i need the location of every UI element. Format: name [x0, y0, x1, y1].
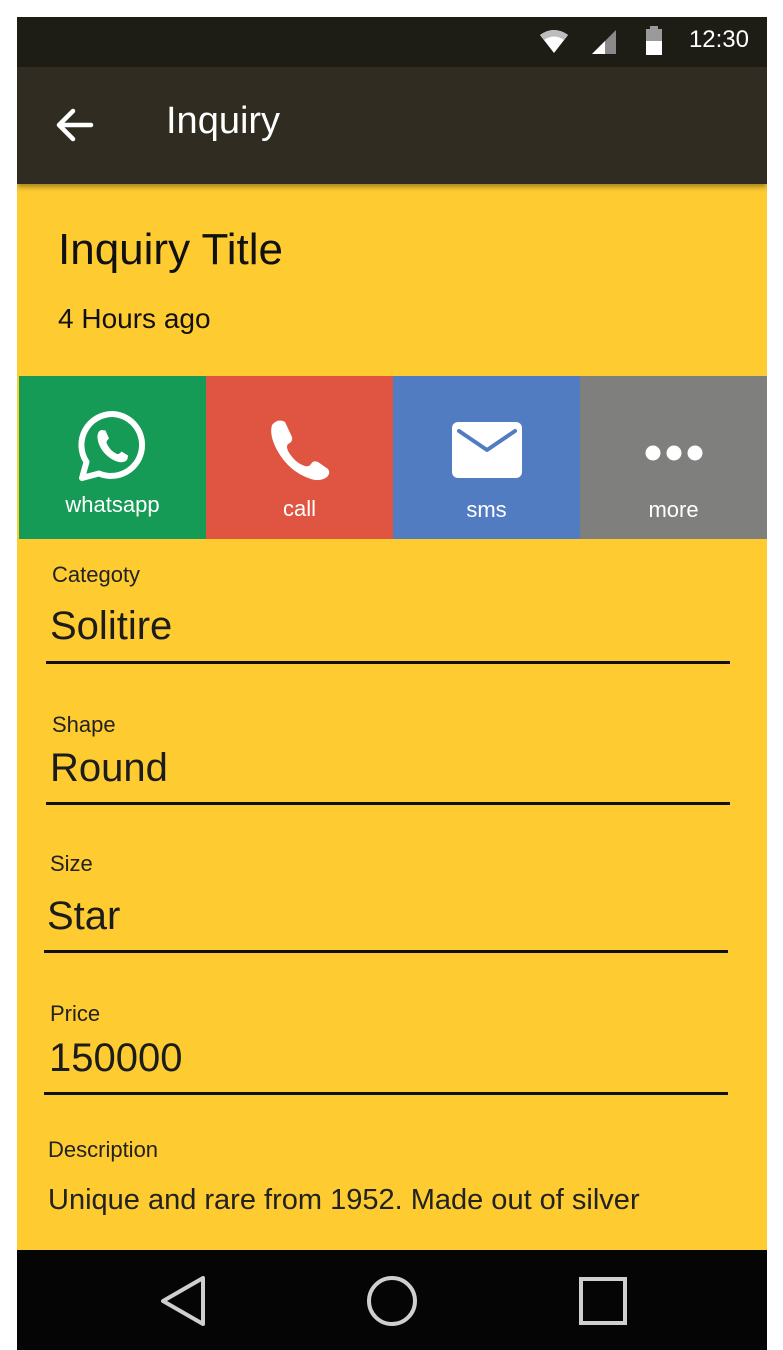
more-button[interactable]: more	[580, 376, 767, 539]
more-dots-icon	[645, 445, 702, 461]
description-text: Unique and rare from 1952. Made out of s…	[48, 1184, 640, 1216]
back-button[interactable]	[53, 103, 97, 147]
app-bar: Inquiry	[17, 67, 767, 184]
app-title: Inquiry	[166, 100, 281, 142]
whatsapp-icon	[77, 410, 145, 481]
shape-label: Shape	[52, 712, 116, 737]
size-underline	[44, 950, 728, 953]
price-field[interactable]	[49, 1036, 719, 1081]
status-bar: 12:30	[17, 17, 767, 67]
arrow-left-icon	[56, 108, 94, 142]
shape-field[interactable]	[50, 746, 720, 791]
call-button[interactable]: call	[206, 376, 393, 539]
category-field[interactable]	[50, 604, 720, 649]
sms-label: sms	[466, 497, 507, 522]
wifi-icon	[540, 30, 568, 53]
description-label: Description	[48, 1137, 159, 1162]
size-label: Size	[50, 851, 93, 876]
status-time: 12:30	[688, 26, 749, 53]
price-underline	[44, 1092, 728, 1095]
inquiry-time: 4 Hours ago	[58, 303, 211, 334]
battery-icon	[646, 26, 662, 55]
price-label: Price	[50, 1001, 101, 1026]
inquiry-title: Inquiry Title	[58, 225, 283, 274]
category-underline	[46, 661, 730, 664]
home-circle-icon[interactable]	[365, 1274, 419, 1328]
action-row: whatsapp call sms more	[19, 376, 767, 539]
navigation-bar	[17, 1250, 767, 1350]
call-label: call	[282, 496, 316, 521]
back-triangle-icon[interactable]	[157, 1274, 209, 1328]
signal-icon	[592, 30, 616, 54]
shape-underline	[46, 802, 730, 805]
mail-icon	[451, 422, 522, 478]
sms-button[interactable]: sms	[393, 376, 580, 539]
phone-icon	[270, 420, 329, 481]
category-label: Categoty	[52, 562, 141, 587]
whatsapp-button[interactable]: whatsapp	[19, 376, 206, 539]
more-label: more	[648, 497, 699, 522]
whatsapp-label: whatsapp	[65, 492, 160, 517]
size-field[interactable]	[47, 894, 717, 939]
phone-screen: 12:30 Inquiry Inquiry Title 4 Hours ago …	[17, 17, 767, 1350]
recents-square-icon[interactable]	[578, 1276, 628, 1326]
